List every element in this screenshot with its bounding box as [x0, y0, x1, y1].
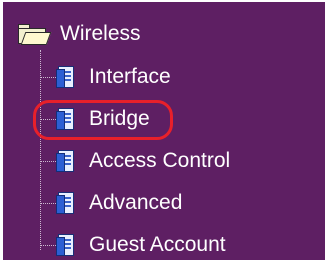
- tree-node-label: Wireless: [60, 22, 141, 45]
- page-icon: [56, 107, 76, 131]
- tree-branch: [40, 118, 56, 120]
- tree-item-label: Advanced: [89, 191, 183, 214]
- tree-item-advanced[interactable]: Advanced: [40, 188, 182, 218]
- folder-open-icon: [18, 23, 52, 45]
- nav-tree-panel: Wireless Interface Bridge Access Control: [3, 2, 325, 260]
- tree-item-bridge[interactable]: Bridge: [40, 104, 150, 134]
- tree-item-access-control[interactable]: Access Control: [40, 146, 230, 176]
- tree-item-label: Bridge: [89, 107, 150, 130]
- tree-item-label: Access Control: [89, 149, 231, 172]
- tree-branch: [40, 76, 56, 78]
- page-icon: [56, 233, 76, 257]
- page-icon: [56, 149, 76, 173]
- tree-item-label: Guest Account: [89, 233, 226, 256]
- tree-node-wireless[interactable]: Wireless: [18, 19, 141, 49]
- tree-branch: [40, 202, 56, 204]
- tree-item-interface[interactable]: Interface: [40, 62, 171, 92]
- tree-item-label: Interface: [89, 65, 171, 88]
- page-icon: [56, 65, 76, 89]
- tree-branch: [40, 244, 56, 246]
- tree-branch: [40, 160, 56, 162]
- page-icon: [56, 191, 76, 215]
- tree-item-guest-account[interactable]: Guest Account: [40, 230, 226, 260]
